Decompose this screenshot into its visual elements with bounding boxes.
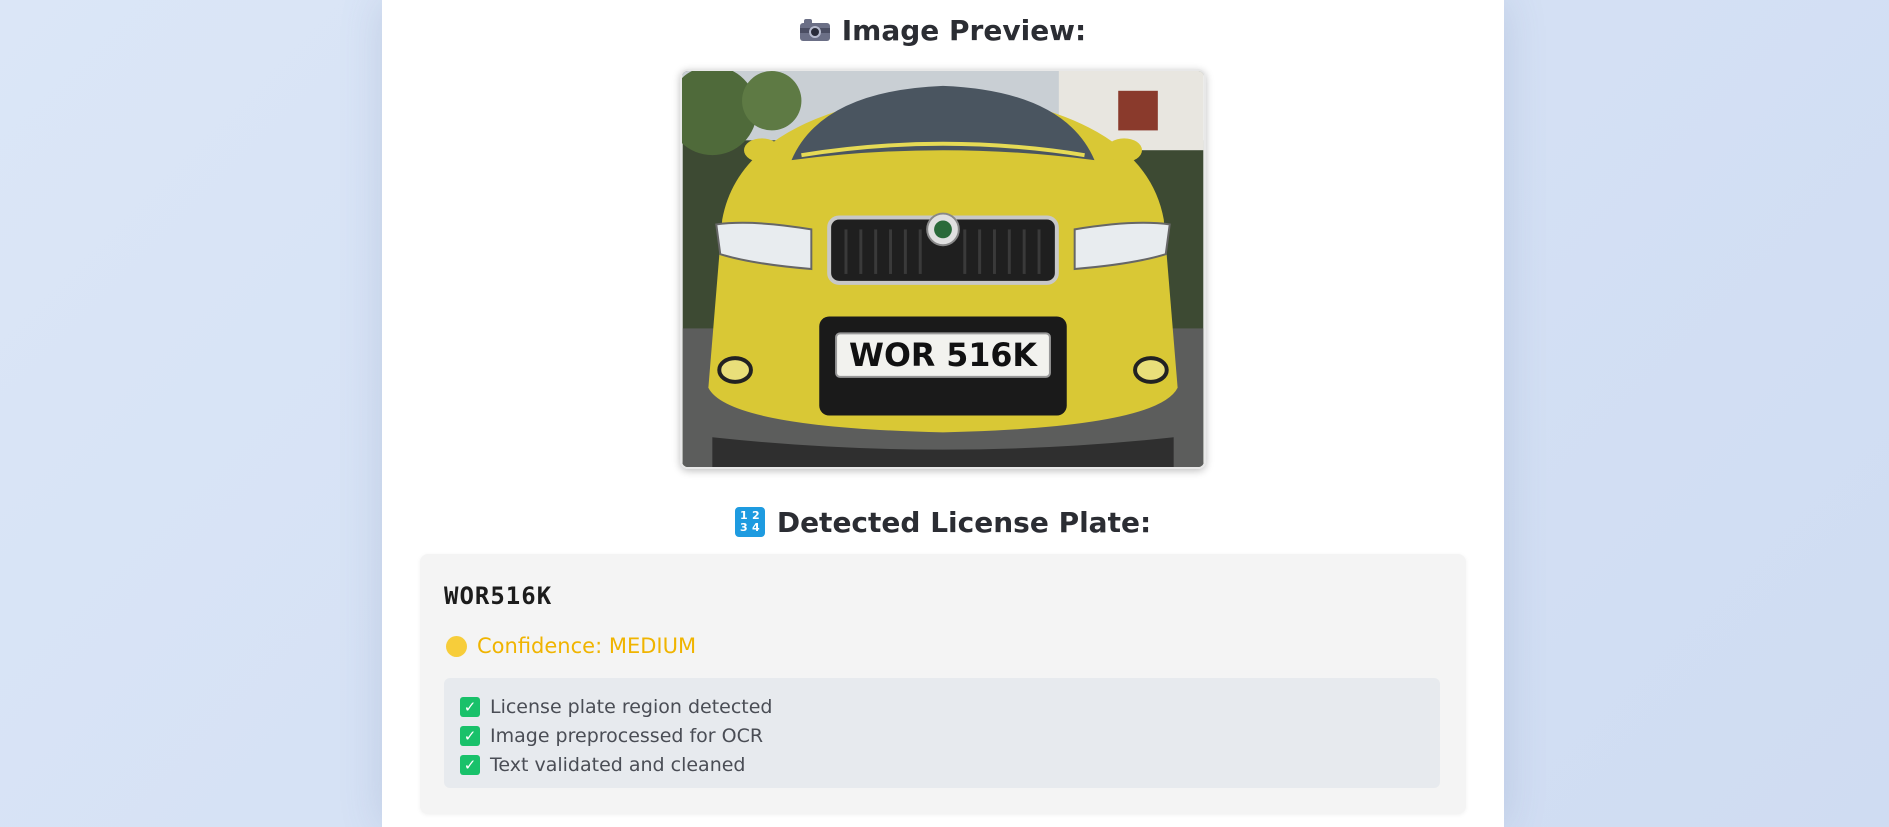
processing-checklist: ✓ License plate region detected ✓ Image … xyxy=(444,678,1440,788)
list-item: ✓ License plate region detected xyxy=(460,692,1424,721)
photo-plate-text: WOR 516K xyxy=(849,338,1038,374)
input-numbers-icon: 1 2 3 4 xyxy=(734,507,765,537)
check-label: Text validated and cleaned xyxy=(490,753,746,776)
result-panel: WOR516K Confidence: MEDIUM ✓ License pla… xyxy=(420,554,1466,814)
check-icon: ✓ xyxy=(460,754,480,775)
list-item: ✓ Text validated and cleaned xyxy=(460,750,1424,779)
check-icon: ✓ xyxy=(460,725,480,746)
camera-icon xyxy=(799,19,830,41)
check-label: Image preprocessed for OCR xyxy=(490,724,764,747)
car-photo: WOR 516K xyxy=(680,69,1206,469)
confidence-label: Confidence: MEDIUM xyxy=(477,634,697,658)
confidence-indicator: Confidence: MEDIUM xyxy=(446,634,696,658)
yellow-circle-icon xyxy=(446,635,467,657)
plate-title-text: Detected License Plate: xyxy=(776,505,1152,539)
plate-heading: 1 2 3 4 Detected License Plate: xyxy=(382,502,1504,542)
preview-title-text: Image Preview: xyxy=(841,13,1087,47)
preview-heading: Image Preview: xyxy=(382,10,1504,50)
check-label: License plate region detected xyxy=(490,695,773,718)
detected-plate-value: WOR516K xyxy=(444,582,553,610)
check-icon: ✓ xyxy=(460,696,480,717)
list-item: ✓ Image preprocessed for OCR xyxy=(460,721,1424,750)
